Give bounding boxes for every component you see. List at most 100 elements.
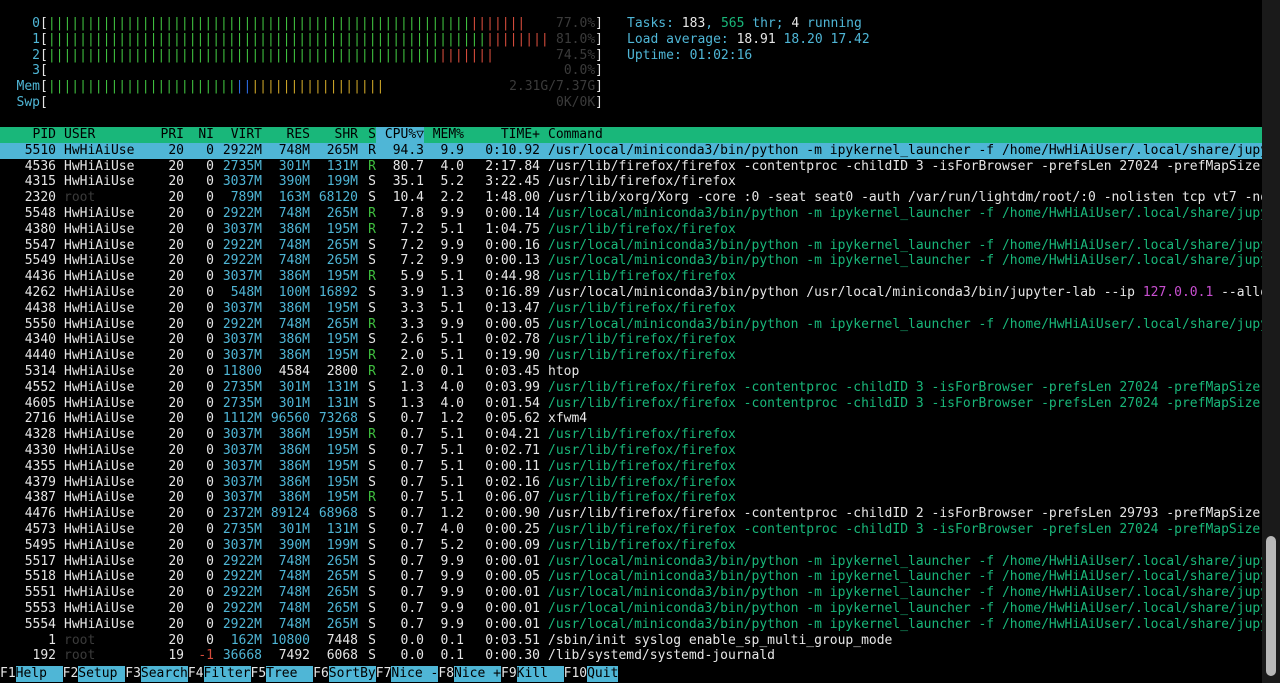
- process-state: S: [368, 395, 376, 411]
- process-row[interactable]: 5549 HwHiAiUse 20 0 2922M 748M 265M S 7.2 9.9 0:00…: [0, 253, 1262, 269]
- process-ni: 0: [206, 411, 214, 427]
- process-user: HwHiAiUse: [64, 521, 135, 537]
- process-virt: 548M: [230, 284, 262, 300]
- col-virt[interactable]: VIRT: [214, 127, 262, 143]
- process-row[interactable]: 4476 HwHiAiUse 20 0 2372M 89124 68968 S 0.7 1.2 0:…: [0, 506, 1262, 522]
- load-5: 18.20: [783, 31, 823, 47]
- process-row[interactable]: 5551 HwHiAiUse 20 0 2922M 748M 265M S 0.7 9.9 0:00…: [0, 585, 1262, 601]
- process-ni: 0: [206, 600, 214, 616]
- process-virt: 3037M: [222, 458, 262, 474]
- process-virt: 3037M: [222, 348, 262, 364]
- process-ni: 0: [206, 253, 214, 269]
- process-row[interactable]: 4440 HwHiAiUse 20 0 3037M 386M 195M R 2.0 5.1 0:19…: [0, 348, 1262, 364]
- process-row[interactable]: 4315 HwHiAiUse 20 0 3037M 390M 199M S 35.1 5.2 3:2…: [0, 174, 1262, 190]
- fkey-f9[interactable]: F9Kill: [501, 666, 564, 682]
- process-row[interactable]: 4380 HwHiAiUse 20 0 3037M 386M 195M R 7.2 5.1 1:04…: [0, 222, 1262, 238]
- process-virt: 3037M: [222, 174, 262, 190]
- process-ni: 0: [206, 632, 214, 648]
- process-mem: 1.2: [440, 506, 464, 522]
- fkey-f3[interactable]: F3Search: [125, 666, 188, 682]
- process-time: 1:48.00: [485, 190, 540, 206]
- scrollbar-thumb[interactable]: [1266, 536, 1276, 676]
- col-mem[interactable]: MEM%: [424, 127, 464, 143]
- col-ni[interactable]: NI: [184, 127, 214, 143]
- process-row[interactable]: 4573 HwHiAiUse 20 0 2735M 301M 131M S 0.7 4.0 0:00…: [0, 522, 1262, 538]
- process-res: 386M: [278, 221, 310, 237]
- process-row[interactable]: 5314 HwHiAiUse 20 0 11800 4584 2800 R 2.0 0.1 0:03…: [0, 364, 1262, 380]
- process-row[interactable]: 192 root 19 -1 36668 7492 6068 S 0.0 0.1 0:00.30/l…: [0, 648, 1262, 664]
- process-row[interactable]: 4436 HwHiAiUse 20 0 3037M 386M 195M R 5.9 5.1 0:44…: [0, 269, 1262, 285]
- fkey-f1[interactable]: F1Help: [0, 666, 63, 682]
- process-row[interactable]: 4438 HwHiAiUse 20 0 3037M 386M 195M S 3.3 5.1 0:13…: [0, 301, 1262, 317]
- process-pri: 20: [168, 332, 184, 348]
- process-row[interactable]: 5495 HwHiAiUse 20 0 3037M 390M 199M S 0.7 5.2 0:00…: [0, 538, 1262, 554]
- fkey-label: SortBy: [328, 666, 376, 682]
- process-virt: 36668: [222, 648, 262, 664]
- scrollbar[interactable]: [1262, 0, 1280, 683]
- fkey-f8[interactable]: F8Nice +: [438, 666, 501, 682]
- process-pid: 4387: [24, 490, 56, 506]
- process-time: 3:22.45: [485, 174, 540, 190]
- col-cpu[interactable]: CPU%▽: [376, 127, 424, 143]
- fkey-f7[interactable]: F7Nice -: [376, 666, 439, 682]
- process-row[interactable]: 4340 HwHiAiUse 20 0 3037M 386M 195M S 2.6 5.1 0:02…: [0, 332, 1262, 348]
- col-time[interactable]: TIME+: [464, 127, 540, 143]
- col-user[interactable]: USER: [56, 127, 144, 143]
- col-pid[interactable]: PID: [0, 127, 56, 143]
- col-pri[interactable]: PRI: [144, 127, 184, 143]
- col-command[interactable]: Command: [540, 127, 603, 143]
- process-row[interactable]: 5553 HwHiAiUse 20 0 2922M 748M 265M S 0.7 9.9 0:00…: [0, 601, 1262, 617]
- process-row[interactable]: 4387 HwHiAiUse 20 0 3037M 386M 195M R 0.7 5.1 0:06…: [0, 490, 1262, 506]
- process-row[interactable]: 4330 HwHiAiUse 20 0 3037M 386M 195M S 0.7 5.1 0:02…: [0, 443, 1262, 459]
- process-virt: 2922M: [222, 585, 262, 601]
- process-cpu: 1.3: [400, 379, 424, 395]
- load-average-line: Load average: 18.91 18.20 17.42: [627, 32, 870, 48]
- process-time: 0:00.01: [485, 585, 540, 601]
- process-pid: 4315: [24, 174, 56, 190]
- process-row[interactable]: 2320 root 20 0 789M 163M 68120 S 10.4 2.2 1:48.00 /…: [0, 190, 1262, 206]
- process-row[interactable]: 4536 HwHiAiUse 20 0 2735M 301M 131M R 80.7 4.0 2:1…: [0, 159, 1262, 175]
- fkey-key: F6: [313, 666, 329, 681]
- fkey-key: F1: [0, 666, 16, 681]
- process-time: 0:03.99: [485, 379, 540, 395]
- process-user: HwHiAiUse: [64, 205, 135, 221]
- col-res[interactable]: RES: [262, 127, 310, 143]
- process-row[interactable]: 4355 HwHiAiUse 20 0 3037M 386M 195M S 0.7 5.1 0:00…: [0, 459, 1262, 475]
- fkey-f4[interactable]: F4Filter: [188, 666, 251, 682]
- process-row[interactable]: 5554 HwHiAiUse 20 0 2922M 748M 265M S 0.7 9.9 0:00…: [0, 617, 1262, 633]
- process-row[interactable]: 5548 HwHiAiUse 20 0 2922M 748M 265M R 7.8 9.9 0:00…: [0, 206, 1262, 222]
- process-row[interactable]: 1 root 20 0 162M 10800 7448 S 0.0 0.1 0:03.51/sbin…: [0, 633, 1262, 649]
- table-header: PID USER PRI NI VIRT RES SHR S CPU%▽ MEM% TIME+ Com…: [0, 127, 1262, 143]
- process-row[interactable]: 4328 HwHiAiUse 20 0 3037M 386M 195M R 0.7 5.1 0:04…: [0, 427, 1262, 443]
- fkey-f5[interactable]: F5Tree: [251, 666, 314, 682]
- process-row[interactable]: 4262 HwHiAiUse 20 0 548M 100M 16892 S 3.9 1.3 0:16…: [0, 285, 1262, 301]
- process-res: 386M: [278, 427, 310, 443]
- fkey-f10[interactable]: F10Quit: [564, 666, 619, 682]
- process-shr: 195M: [326, 490, 358, 506]
- process-ni: 0: [206, 427, 214, 443]
- process-row[interactable]: 5510 HwHiAiUse 20 0 2922M 748M 265M R 94.3 9.9 0:1…: [0, 142, 1262, 159]
- process-user: HwHiAiUse: [64, 174, 135, 190]
- process-mem: 1.2: [440, 411, 464, 427]
- process-row[interactable]: 5517 HwHiAiUse 20 0 2922M 748M 265M S 0.7 9.9 0:00…: [0, 554, 1262, 570]
- process-row[interactable]: 2716 HwHiAiUse 20 0 1112M 96560 73268 S 0.7 1.2 0:…: [0, 411, 1262, 427]
- process-time: 1:04.75: [485, 221, 540, 237]
- process-user: HwHiAiUse: [64, 600, 135, 616]
- process-row[interactable]: 5547 HwHiAiUse 20 0 2922M 748M 265M S 7.2 9.9 0:00…: [0, 238, 1262, 254]
- process-time: 0:00.13: [485, 253, 540, 269]
- fkey-f6[interactable]: F6SortBy: [313, 666, 376, 682]
- process-row[interactable]: 5518 HwHiAiUse 20 0 2922M 748M 265M S 0.7 9.9 0:00…: [0, 569, 1262, 585]
- process-row[interactable]: 5550 HwHiAiUse 20 0 2922M 748M 265M R 3.3 9.9 0:00…: [0, 317, 1262, 333]
- col-state[interactable]: S: [358, 127, 376, 143]
- process-mem: 9.9: [440, 553, 464, 569]
- process-row[interactable]: 4379 HwHiAiUse 20 0 3037M 386M 195M S 0.7 5.1 0:02…: [0, 475, 1262, 491]
- process-row[interactable]: 4552 HwHiAiUse 20 0 2735M 301M 131M S 1.3 4.0 0:03…: [0, 380, 1262, 396]
- fkey-f2[interactable]: F2Setup: [63, 666, 126, 682]
- process-ni: 0: [206, 190, 214, 206]
- process-command: /usr/lib/firefox/firefox: [548, 442, 736, 458]
- col-shr[interactable]: SHR: [310, 127, 358, 143]
- load-1: 18.91: [736, 31, 776, 47]
- process-row[interactable]: 4605 HwHiAiUse 20 0 2735M 301M 131M S 1.3 4.0 0:01…: [0, 396, 1262, 412]
- process-mem: 9.9: [440, 569, 464, 585]
- meter-bar: ||: [235, 79, 252, 95]
